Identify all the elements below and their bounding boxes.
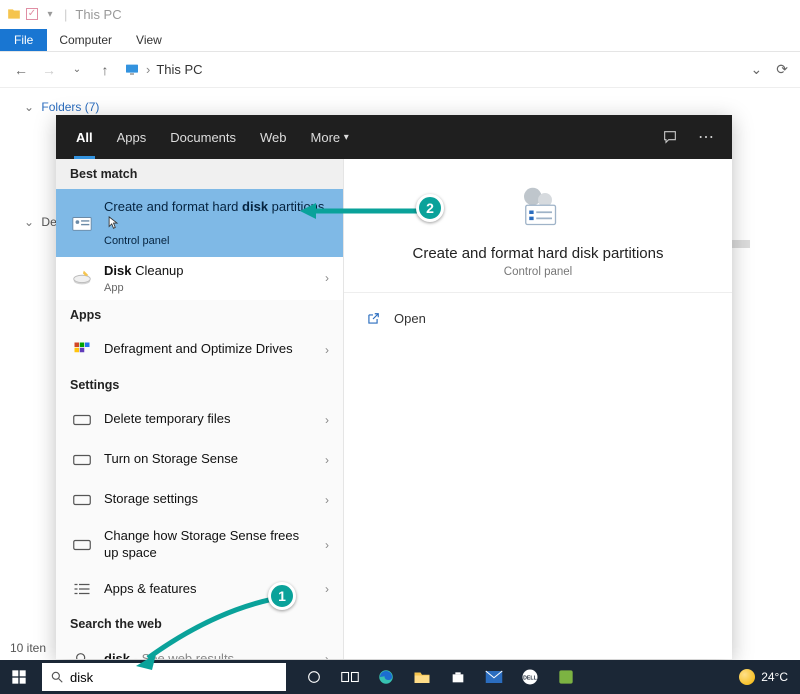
preview-subtitle: Control panel <box>364 266 712 278</box>
result-setting-delete-temp[interactable]: Delete temporary files › <box>56 400 343 440</box>
chevron-right-icon[interactable]: › <box>321 652 333 659</box>
search-tab-documents[interactable]: Documents <box>158 115 248 159</box>
result-title: Change how Storage Sense frees up space <box>104 528 311 562</box>
search-tab-web[interactable]: Web <box>248 115 299 159</box>
explorer-navbar: ← → ⌄ ↑ › This PC ⌄ ⟳ <box>0 52 800 88</box>
search-tab-apps[interactable]: Apps <box>105 115 159 159</box>
chevron-down-icon: ⌄ <box>24 100 34 114</box>
mail-icon[interactable] <box>476 660 512 694</box>
result-title: Disk Cleanup <box>104 263 311 280</box>
taskbar-weather[interactable]: 24°C <box>727 669 800 685</box>
qat-checkbox-icon[interactable]: ✓ <box>26 8 38 20</box>
ribbon-tabs: File Computer View <box>0 28 800 52</box>
apps-list-icon <box>70 577 94 601</box>
folder-icon <box>6 6 22 22</box>
folders-group-header[interactable]: ⌄ Folders (7) <box>0 88 800 114</box>
storage-icon <box>70 448 94 472</box>
chevron-right-icon[interactable]: › <box>321 453 333 467</box>
result-title: Delete temporary files <box>104 411 311 428</box>
storage-icon <box>70 488 94 512</box>
cortana-icon[interactable] <box>296 660 332 694</box>
control-panel-icon <box>70 211 94 235</box>
cursor-icon <box>108 216 119 231</box>
nav-up-icon[interactable]: ↑ <box>96 62 114 78</box>
more-options-icon[interactable]: ⋯ <box>688 127 724 147</box>
feedback-icon[interactable] <box>652 129 688 145</box>
ribbon-computer-tab[interactable]: Computer <box>47 29 124 51</box>
titlebar-separator: | <box>64 7 67 22</box>
result-setting-storage-sense-on[interactable]: Turn on Storage Sense › <box>56 440 343 480</box>
edge-icon[interactable] <box>368 660 404 694</box>
result-title: Turn on Storage Sense <box>104 451 311 468</box>
start-button[interactable] <box>0 660 38 694</box>
preview-title: Create and format hard disk partitions <box>364 245 712 262</box>
search-scope-tabs: All Apps Documents Web More ▾ ⋯ <box>56 115 732 159</box>
result-setting-storage[interactable]: Storage settings › <box>56 480 343 520</box>
section-settings: Settings <box>56 370 343 400</box>
explorer-icon[interactable] <box>404 660 440 694</box>
app-icon[interactable] <box>548 660 584 694</box>
preview-icon <box>510 179 566 235</box>
explorer-statusbar: 10 iten <box>0 638 56 660</box>
result-title: Create and format hard disk partitions <box>104 199 333 233</box>
sun-icon <box>739 669 755 685</box>
preview-action-open[interactable]: Open <box>360 303 716 334</box>
storage-icon <box>70 533 94 557</box>
chevron-right-icon[interactable]: › <box>321 582 333 596</box>
result-title: Defragment and Optimize Drives <box>104 341 311 358</box>
nav-back-icon[interactable]: ← <box>12 62 30 78</box>
qat-dropdown-icon[interactable]: ▾ <box>42 6 58 22</box>
ribbon-view-tab[interactable]: View <box>124 29 174 51</box>
address-dropdown-icon[interactable]: ⌄ <box>751 61 763 78</box>
annotation-badge-1: 1 <box>268 582 296 610</box>
chevron-down-icon: ▾ <box>344 132 349 143</box>
weather-temp: 24°C <box>761 670 788 684</box>
search-tab-more[interactable]: More ▾ <box>299 115 361 159</box>
chevron-right-icon[interactable]: › <box>321 538 333 552</box>
open-icon <box>366 312 384 326</box>
storage-icon <box>70 408 94 432</box>
window-title: This PC <box>75 7 121 22</box>
nav-forward-icon[interactable]: → <box>40 62 58 78</box>
explorer-titlebar: ✓ ▾ | This PC <box>0 0 800 28</box>
result-subtitle: Control panel <box>104 235 333 247</box>
search-tab-all[interactable]: All <box>64 115 105 159</box>
chevron-down-icon: ⌄ <box>24 215 34 229</box>
nav-recent-dropdown-icon[interactable]: ⌄ <box>68 64 86 75</box>
defragment-icon <box>70 338 94 362</box>
chevron-right-icon[interactable]: › <box>321 271 333 285</box>
result-disk-cleanup[interactable]: Disk Cleanup App › <box>56 257 343 300</box>
taskbar: DELL 24°C <box>0 660 800 694</box>
breadcrumb-text: This PC <box>156 62 202 77</box>
section-apps: Apps <box>56 300 343 330</box>
search-results-list: Best match Create and format hard disk p… <box>56 159 344 659</box>
result-setting-storage-sense-change[interactable]: Change how Storage Sense frees up space … <box>56 520 343 570</box>
breadcrumb[interactable]: › This PC <box>124 62 203 78</box>
task-view-icon[interactable] <box>332 660 368 694</box>
search-icon <box>50 670 64 684</box>
result-defragment[interactable]: Defragment and Optimize Drives › <box>56 330 343 370</box>
search-icon <box>70 647 94 659</box>
result-title: Storage settings <box>104 491 311 508</box>
refresh-icon[interactable]: ⟳ <box>776 61 788 78</box>
result-subtitle: App <box>104 282 311 294</box>
dell-icon[interactable]: DELL <box>512 660 548 694</box>
disk-cleanup-icon <box>70 266 94 290</box>
chevron-right-icon[interactable]: › <box>321 493 333 507</box>
this-pc-icon <box>124 62 140 78</box>
chevron-right-icon[interactable]: › <box>321 343 333 357</box>
ribbon-file-tab[interactable]: File <box>0 29 47 51</box>
search-preview-pane: Create and format hard disk partitions C… <box>344 159 732 659</box>
svg-text:DELL: DELL <box>523 675 538 681</box>
folders-group-label: Folders (7) <box>41 100 99 114</box>
preview-action-label: Open <box>394 311 426 326</box>
annotation-badge-2: 2 <box>416 194 444 222</box>
section-best-match: Best match <box>56 159 343 189</box>
store-icon[interactable] <box>440 660 476 694</box>
chevron-right-icon[interactable]: › <box>321 413 333 427</box>
